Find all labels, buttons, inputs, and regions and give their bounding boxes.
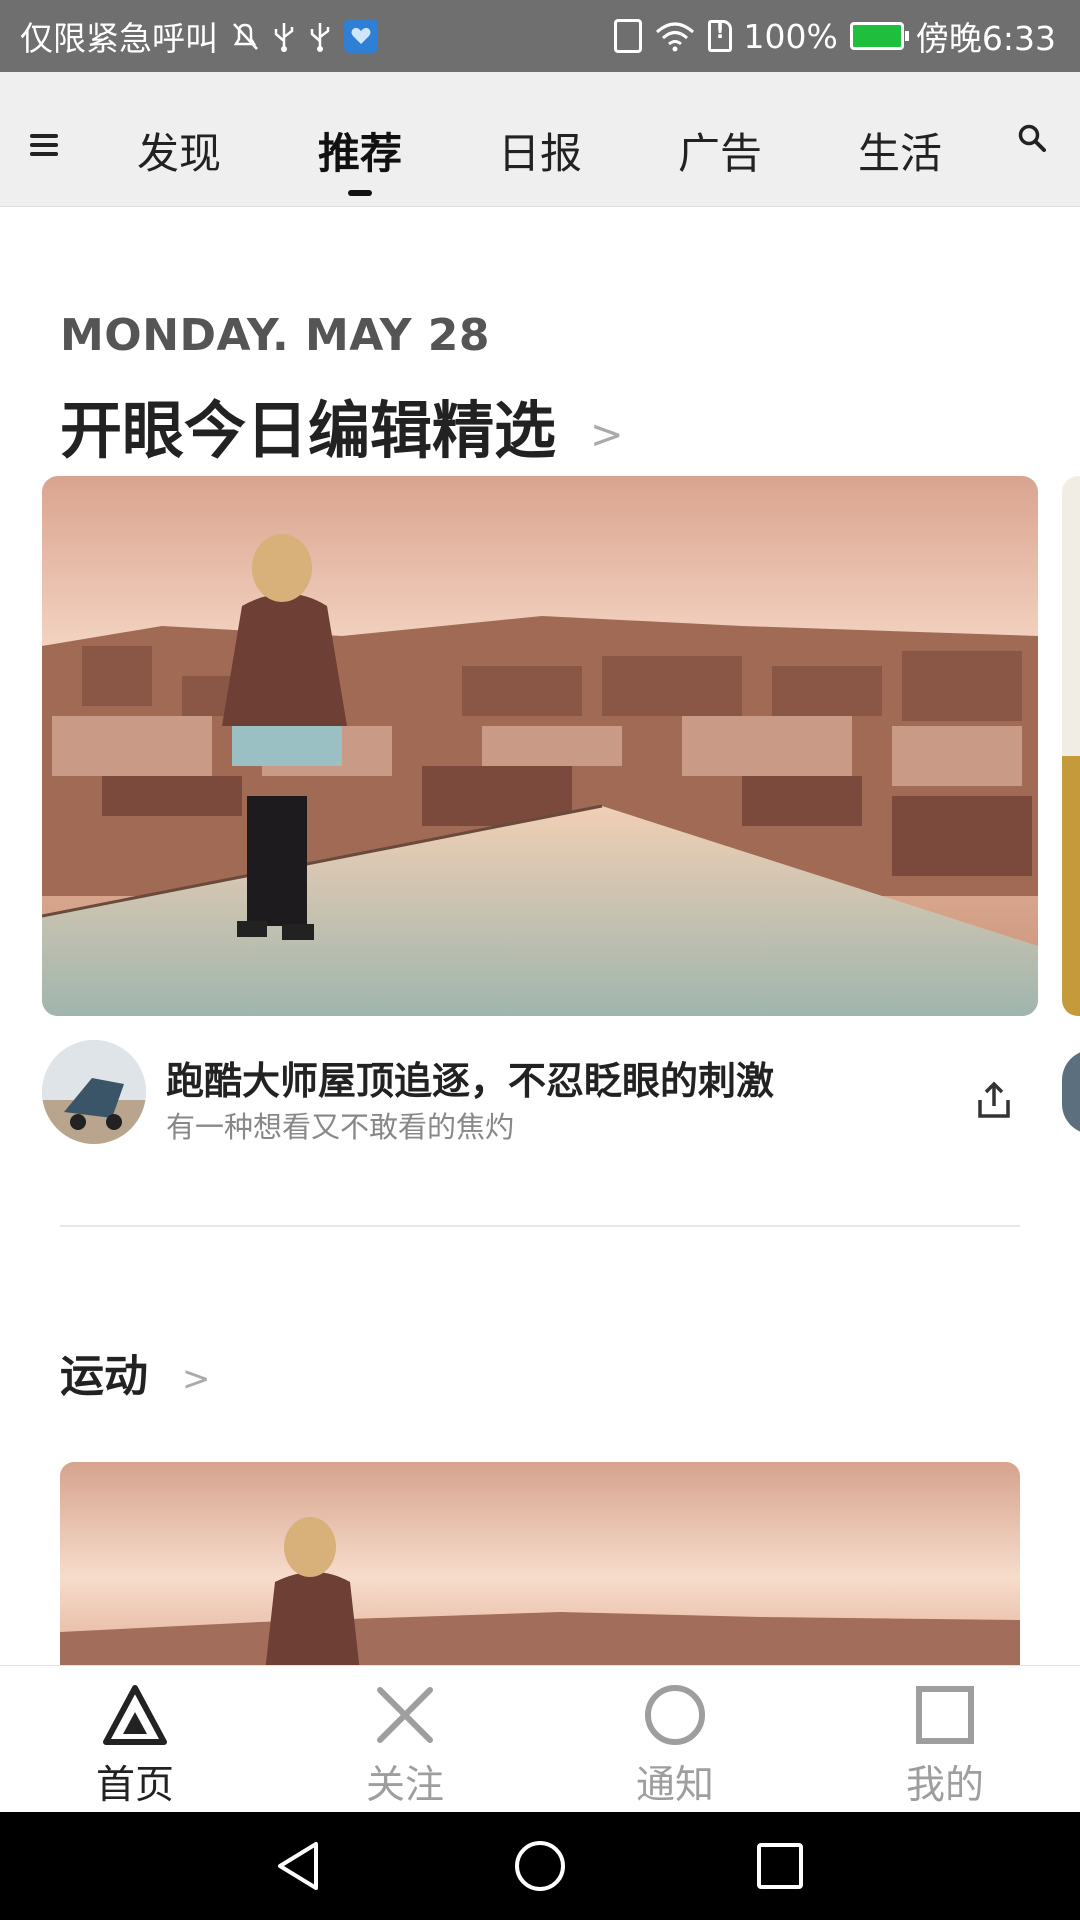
back-button[interactable] (272, 1838, 328, 1894)
square-icon (916, 1686, 974, 1744)
featured-section-title[interactable]: 开眼今日编辑精选 > (60, 380, 624, 470)
carrier-text: 仅限紧急呼叫 (20, 19, 218, 58)
author-avatar[interactable] (42, 1040, 146, 1144)
tab-daily[interactable]: 日报 (480, 120, 600, 181)
muted-bell-icon (230, 18, 260, 54)
sports-section-title[interactable]: 运动 > (60, 1340, 211, 1404)
recents-button[interactable] (752, 1838, 808, 1894)
system-nav-bar (0, 1812, 1080, 1920)
nav-notifications[interactable]: 通知 (540, 1666, 810, 1813)
section-divider (60, 1225, 1020, 1227)
nav-home-label: 首页 (95, 1763, 174, 1808)
tab-recommended[interactable]: 推荐 (300, 120, 420, 181)
vibrate-icon (613, 19, 642, 53)
circle-icon (645, 1685, 705, 1745)
featured-date: MONDAY. MAY 28 (60, 310, 491, 361)
wifi-icon (654, 18, 696, 54)
cross-icon (377, 1687, 433, 1743)
video-title[interactable]: 跑酷大师屋顶追逐，不忍眨眼的刺激 (166, 1050, 774, 1105)
nav-home[interactable]: 首页 (0, 1666, 270, 1813)
bottom-nav-bar: 首页 关注 通知 我的 (0, 1665, 1080, 1813)
share-icon[interactable] (974, 1080, 1014, 1120)
battery-percent: 100% (743, 16, 838, 56)
chevron-right-icon: > (182, 1359, 211, 1399)
usb-icon (272, 18, 296, 54)
tab-ads[interactable]: 广告 (660, 120, 780, 181)
top-tab-bar: 发现 推荐 日报 广告 生活 (0, 72, 1080, 207)
usb-icon (308, 18, 332, 54)
search-icon[interactable] (1018, 124, 1046, 152)
sports-title-text: 运动 (60, 1351, 148, 1402)
video-subtitle: 有一种想看又不敢看的焦灼 (166, 1110, 515, 1144)
wechat-icon (344, 19, 378, 53)
next-card-peek[interactable] (1062, 476, 1080, 1016)
tab-discover[interactable]: 发现 (119, 120, 239, 181)
nav-profile[interactable]: 我的 (810, 1666, 1080, 1813)
status-time: 傍晚6:33 (915, 19, 1056, 58)
home-button[interactable] (512, 1838, 568, 1894)
chevron-right-icon: > (590, 411, 624, 458)
featured-video-thumbnail[interactable] (42, 476, 1038, 1016)
next-avatar-peek (1062, 1050, 1080, 1134)
sports-video-thumbnail[interactable] (60, 1462, 1020, 1672)
nav-notifications-label: 通知 (635, 1763, 714, 1808)
status-bar: 仅限紧急呼叫 100% 傍晚6:33 (0, 0, 1080, 72)
status-bar-left: 仅限紧急呼叫 (20, 0, 378, 72)
featured-title-text: 开眼今日编辑精选 (60, 394, 557, 467)
battery-icon (849, 22, 909, 50)
triangle-icon (103, 1685, 167, 1745)
nav-follow-label: 关注 (365, 1763, 444, 1808)
tab-life[interactable]: 生活 (840, 120, 960, 181)
nav-follow[interactable]: 关注 (270, 1666, 540, 1813)
sd-card-icon (707, 19, 732, 52)
active-tab-indicator (348, 190, 372, 196)
nav-profile-label: 我的 (905, 1763, 984, 1808)
status-bar-right: 100% 傍晚6:33 (613, 0, 1056, 72)
menu-icon[interactable] (30, 134, 58, 156)
